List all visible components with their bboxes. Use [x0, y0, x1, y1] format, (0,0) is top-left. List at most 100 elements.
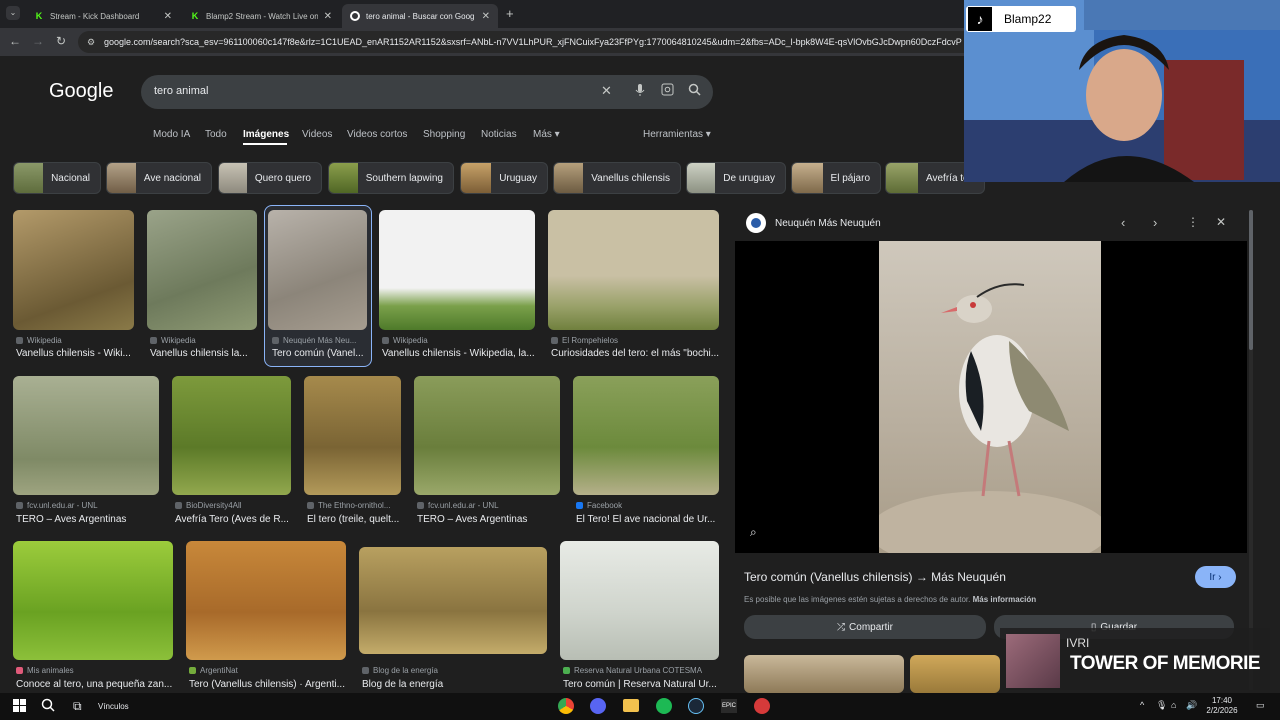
tab-shopping[interactable]: Shopping: [423, 129, 465, 140]
search-icon[interactable]: [41, 698, 55, 715]
discord-icon[interactable]: [590, 698, 606, 714]
search-icon[interactable]: [688, 83, 701, 99]
result-title[interactable]: El tero (treile, quelt...: [307, 514, 401, 525]
preview-title[interactable]: Tero común (Vanellus chilensis) → Más Ne…: [744, 570, 1006, 584]
links-toolbar[interactable]: Vínculos: [98, 702, 129, 711]
tools-button[interactable]: Herramientas ▾: [643, 129, 711, 140]
tab-videos-cortos[interactable]: Videos cortos: [347, 129, 407, 140]
result-image[interactable]: [573, 376, 719, 495]
result-title[interactable]: Vanellus chilensis la...: [150, 348, 257, 359]
chip-ave-nacional[interactable]: Ave nacional: [106, 162, 212, 194]
windows-start-icon[interactable]: [13, 699, 26, 715]
notification-icon[interactable]: ▭: [1256, 700, 1265, 711]
previous-icon[interactable]: ‹: [1121, 215, 1125, 230]
google-logo[interactable]: Google: [49, 80, 114, 103]
new-tab-button[interactable]: +: [506, 6, 514, 21]
file-explorer-icon[interactable]: [623, 699, 639, 712]
result-title[interactable]: TERO – Aves Argentinas: [417, 514, 560, 525]
close-tab-icon[interactable]: ✕: [482, 11, 490, 22]
result-title[interactable]: Tero (Vanellus chilensis) · Argenti...: [189, 679, 346, 690]
back-icon[interactable]: ←: [9, 34, 21, 48]
result-title[interactable]: TERO – Aves Argentinas: [16, 514, 159, 525]
chip-quero-quero[interactable]: Quero quero: [218, 162, 322, 194]
tab-google-search[interactable]: tero animal - Buscar con Goog ✕: [342, 4, 498, 28]
result-image[interactable]: [359, 547, 547, 654]
result-title[interactable]: Blog de la energía: [362, 679, 547, 690]
reload-icon[interactable]: ↻: [56, 34, 66, 48]
steam-icon[interactable]: [688, 698, 704, 714]
search-input[interactable]: tero animal: [154, 85, 208, 97]
result-image[interactable]: [548, 210, 719, 330]
tiktok-badge: ♪ Blamp22: [966, 6, 1076, 32]
next-icon[interactable]: ›: [1153, 215, 1157, 230]
result-title[interactable]: Curiosidades del tero: el más "bochi...: [551, 348, 719, 359]
microphone-icon[interactable]: 🎙: [1156, 700, 1167, 711]
result-image[interactable]: [379, 210, 535, 330]
obs-icon[interactable]: [754, 698, 770, 714]
tab-noticias[interactable]: Noticias: [481, 129, 517, 140]
close-tab-icon[interactable]: ✕: [164, 11, 172, 22]
site-info-icon[interactable]: ⚙: [87, 31, 95, 53]
tab-modo-ia[interactable]: Modo IA: [153, 129, 190, 140]
chip-southern-lapwing[interactable]: Southern lapwing: [328, 162, 454, 194]
result-image[interactable]: [172, 376, 291, 495]
search-box[interactable]: tero animal ✕: [141, 75, 713, 109]
result-image[interactable]: [304, 376, 401, 495]
tab-blamp2-stream[interactable]: K Blamp2 Stream - Watch Live on ✕: [182, 4, 340, 28]
taskbar-clock[interactable]: 17:40 2/2/2026: [1200, 696, 1244, 716]
related-image[interactable]: [744, 655, 904, 693]
result-image[interactable]: [560, 541, 719, 660]
result-title[interactable]: El Tero! El ave nacional de Ur...: [576, 514, 719, 525]
result-source: ArgentiNat: [189, 666, 346, 675]
chip-vanellus-chilensis[interactable]: Vanellus chilensis: [553, 162, 681, 194]
tab-todo[interactable]: Todo: [205, 129, 227, 140]
result-image[interactable]: [13, 541, 173, 660]
result-image[interactable]: [186, 541, 346, 660]
result-title[interactable]: Vanellus chilensis - Wiki...: [16, 348, 134, 359]
chip-uruguay[interactable]: Uruguay: [460, 162, 548, 194]
result-image[interactable]: [13, 376, 159, 495]
share-button[interactable]: ⤮ Compartir: [744, 615, 986, 639]
address-bar[interactable]: ⚙ google.com/search?sca_esv=961100060c14…: [78, 31, 978, 53]
more-options-icon[interactable]: ⋮: [1187, 215, 1199, 229]
chip-thumbnail: [554, 163, 584, 193]
show-hidden-icons[interactable]: ^: [1140, 700, 1144, 710]
preview-image[interactable]: [869, 241, 1109, 571]
related-image[interactable]: [910, 655, 1000, 693]
task-view-icon[interactable]: ⧉: [73, 699, 82, 714]
result-title[interactable]: Avefría Tero (Aves de R...: [175, 514, 291, 525]
result-title[interactable]: Tero común | Reserva Natural Ur...: [563, 679, 719, 690]
epic-games-icon[interactable]: EPIC: [721, 699, 737, 713]
tab-kick-dashboard[interactable]: K Stream - Kick Dashboard ✕: [26, 4, 180, 28]
chrome-icon[interactable]: [558, 698, 574, 714]
more-info-link[interactable]: Más información: [973, 595, 1037, 604]
chip-de-uruguay[interactable]: De uruguay: [686, 162, 786, 194]
close-tab-icon[interactable]: ✕: [324, 11, 332, 22]
result-image[interactable]: [414, 376, 560, 495]
chip-nacional[interactable]: Nacional: [13, 162, 101, 194]
clear-icon[interactable]: ✕: [601, 83, 612, 99]
tab-mas[interactable]: Más ▾: [533, 129, 560, 140]
tab-videos[interactable]: Videos: [302, 129, 332, 140]
network-icon[interactable]: ⌂: [1171, 700, 1176, 710]
preview-source[interactable]: Neuquén Más Neuquén: [775, 218, 881, 229]
microphone-icon[interactable]: [635, 83, 647, 100]
lens-search-icon[interactable]: ⌕: [750, 525, 757, 540]
result-title[interactable]: Vanellus chilensis - Wikipedia, la...: [382, 348, 535, 359]
result-image[interactable]: [147, 210, 257, 330]
forward-icon[interactable]: →: [32, 34, 44, 48]
tab-imagenes[interactable]: Imágenes: [243, 129, 289, 140]
result-title[interactable]: Tero común (Vanel...: [272, 348, 366, 359]
close-icon[interactable]: ✕: [1216, 215, 1226, 229]
result-image[interactable]: [13, 210, 134, 330]
result-image[interactable]: [268, 210, 367, 330]
scrollbar[interactable]: [1249, 210, 1253, 690]
tab-search-icon[interactable]: ⌄: [6, 6, 20, 20]
chip-thumbnail: [14, 163, 44, 193]
camera-search-icon[interactable]: [661, 83, 674, 99]
chip-el-pajaro[interactable]: El pájaro: [791, 162, 881, 194]
spotify-icon[interactable]: [656, 698, 672, 714]
visit-button[interactable]: Ir ›: [1195, 566, 1236, 588]
volume-icon[interactable]: 🔊: [1186, 700, 1197, 711]
result-title[interactable]: Conoce al tero, una pequeña zan...: [16, 679, 173, 690]
